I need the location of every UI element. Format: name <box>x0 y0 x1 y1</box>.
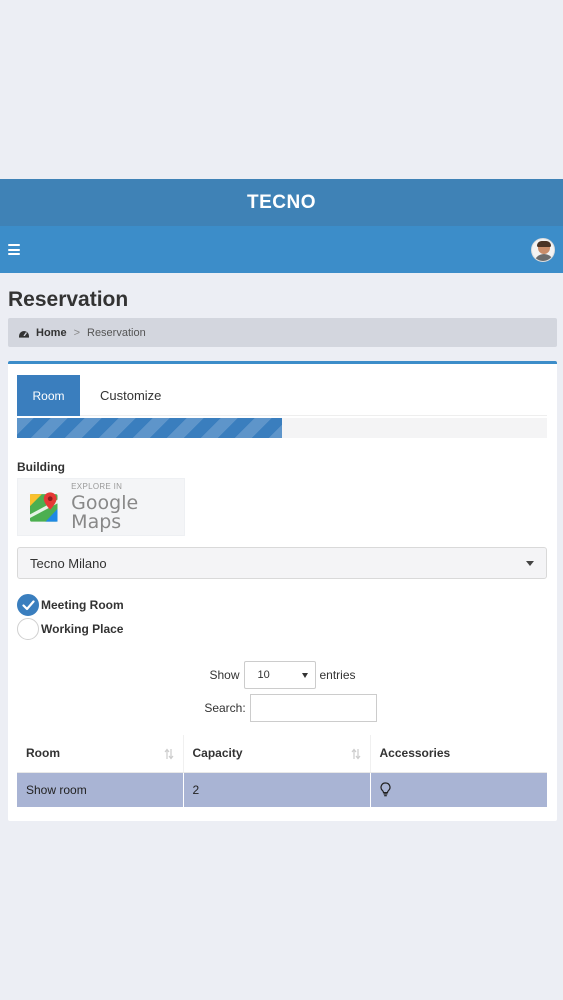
brand-bar: TECNO <box>0 179 563 226</box>
reservation-card: Room Customize Building EXPLORE IN Googl… <box>8 361 557 821</box>
hamburger-menu-icon[interactable] <box>8 244 20 255</box>
radio-meeting-room[interactable]: Meeting Room <box>17 594 124 616</box>
column-header-accessories: Accessories <box>370 735 547 773</box>
maps-title: Google Maps <box>71 491 139 533</box>
column-header-room-label: Room <box>26 746 60 761</box>
tab-customize[interactable]: Customize <box>80 375 177 416</box>
dashboard-icon <box>19 330 29 338</box>
building-select[interactable]: Tecno Milano <box>17 547 547 579</box>
cell-accessories <box>370 772 547 807</box>
column-header-capacity[interactable]: Capacity <box>183 735 371 773</box>
radio-unchecked-icon[interactable] <box>17 618 39 640</box>
breadcrumb-current: Reservation <box>87 326 146 339</box>
table-search: Search: <box>8 694 557 722</box>
brand-title: TECNO <box>247 191 316 213</box>
column-header-capacity-label: Capacity <box>192 746 243 761</box>
search-label: Search: <box>204 701 246 715</box>
tab-room[interactable]: Room <box>17 375 80 416</box>
google-maps-icon <box>30 492 58 522</box>
building-label: Building <box>17 460 65 474</box>
show-label: Show <box>209 668 240 682</box>
table-row[interactable]: Show room 2 <box>17 772 547 807</box>
building-select-value: Tecno Milano <box>30 555 107 571</box>
breadcrumb: Home > Reservation <box>8 318 557 347</box>
top-nav <box>0 226 563 273</box>
cell-room: Show room <box>17 772 184 807</box>
radio-checked-icon[interactable] <box>17 594 39 616</box>
table-header-row: Room Capacity Accessories <box>17 735 547 773</box>
rooms-table: Room Capacity Accessories Show room 2 <box>17 735 547 807</box>
cell-capacity: 2 <box>183 772 371 807</box>
column-header-accessories-label: Accessories <box>379 746 451 761</box>
radio-working-place[interactable]: Working Place <box>17 618 123 640</box>
sort-icon <box>351 748 360 760</box>
lightbulb-icon <box>380 782 390 797</box>
progress-bar <box>17 418 547 438</box>
caret-down-icon <box>301 672 308 678</box>
google-maps-button[interactable]: EXPLORE IN Google Maps <box>17 478 185 536</box>
breadcrumb-separator: > <box>73 326 80 339</box>
radio-working-place-label: Working Place <box>41 622 124 636</box>
progress-fill <box>17 418 282 438</box>
entries-select-value: 10 <box>257 669 270 681</box>
search-input[interactable] <box>249 694 377 722</box>
entries-select[interactable]: 10 <box>243 661 316 689</box>
breadcrumb-home-link[interactable]: Home <box>36 327 67 339</box>
radio-meeting-room-label: Meeting Room <box>41 598 124 612</box>
page-title: Reservation <box>8 288 129 311</box>
reservation-tabs: Room Customize <box>17 375 547 416</box>
user-avatar[interactable] <box>531 237 555 262</box>
maps-caption: EXPLORE IN <box>71 481 123 491</box>
chevron-down-icon <box>526 560 534 566</box>
column-header-room[interactable]: Room <box>17 735 184 773</box>
sort-icon <box>164 748 173 760</box>
entries-length-control: Show 10 entries <box>8 661 557 689</box>
entries-label: entries <box>319 668 356 682</box>
